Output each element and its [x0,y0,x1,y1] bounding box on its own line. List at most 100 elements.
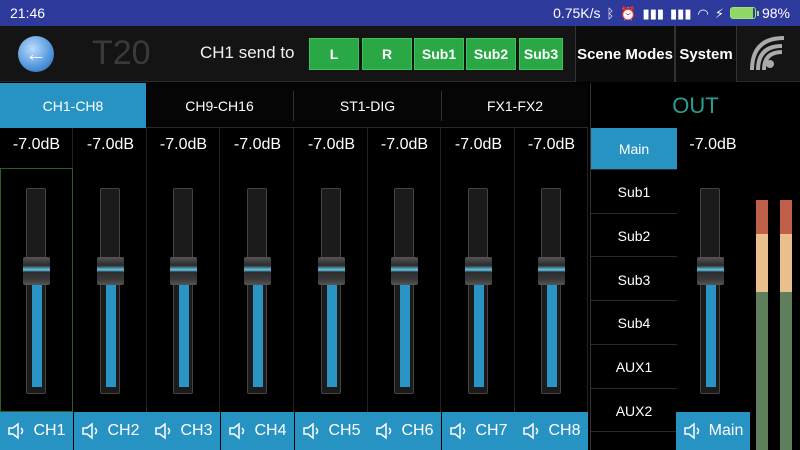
speaker-icon [303,422,319,440]
channel-db-label: -7.0dB [380,136,429,153]
send-button-sub3[interactable]: Sub3 [519,38,563,70]
battery-icon [729,7,759,19]
channel-fader-track[interactable] [468,188,488,394]
channel-fader-knob[interactable] [465,256,492,285]
channel-db-label: -7.0dB [159,136,208,153]
channel-mute-button[interactable]: CH3 [147,412,220,450]
send-button-sub2[interactable]: Sub2 [466,38,516,70]
alarm-icon: ⏰ [620,5,637,21]
channel-db-label: -7.0dB [233,136,282,153]
meter-amber-segment [756,234,768,292]
send-button-r[interactable]: R [362,38,412,70]
channel-fader-track[interactable] [26,188,46,394]
channel-db-label: -7.0dB [454,136,503,153]
speaker-icon [82,422,98,440]
channel-fader-knob[interactable] [318,256,345,285]
output-item-sub3[interactable]: Sub3 [591,259,677,302]
channel-label: CH7 [475,422,508,439]
main-output-strip: -7.0dB Main [676,128,750,450]
channel-mute-button[interactable]: CH2 [74,412,147,450]
output-item-sub2[interactable]: Sub2 [591,215,677,258]
tab-st1-dig[interactable]: ST1-DIG [294,83,441,128]
channel-strip: -7.0dB CH6 [368,128,441,450]
channel-tabs: CH1-CH8 CH9-CH16 ST1-DIG FX1-FX2 [0,83,588,128]
channel-fader-fill [474,283,484,387]
send-button-sub1[interactable]: Sub1 [414,38,464,70]
channel-label: CH8 [548,422,581,439]
channel-fader-fill [106,283,116,387]
out-title: OUT [590,83,800,128]
channel-fader-knob[interactable] [97,256,124,285]
channel-fader-knob[interactable] [170,256,197,285]
channel-fader-knob[interactable] [391,256,418,285]
meter-amber-segment [780,234,792,292]
meter-red-segment [780,200,792,234]
status-time: 21:46 [10,5,46,21]
channel-fader-fill [400,283,410,387]
speaker-icon [683,422,699,440]
channel-label: CH5 [328,422,361,439]
main-label: Main [708,422,744,439]
channel-fader-knob[interactable] [244,256,271,285]
channel-fader-track[interactable] [100,188,120,394]
wifi-status-icon: ◠ [697,5,709,21]
status-right: 0.75K/s ᛒ ⏰ ▮▮▮ ▮▮▮ ◠ ⚡ 98% [553,5,790,21]
channel-strip: -7.0dB CH3 [147,128,220,450]
channel-mute-button[interactable]: CH4 [221,412,294,450]
channel-mute-button[interactable]: CH1 [0,412,73,450]
channel-label: CH6 [401,422,434,439]
main-db-label: -7.0dB [689,136,737,153]
speaker-icon [450,422,466,440]
output-list: Main Sub1 Sub2 Sub3 Sub4 AUX1 AUX2 [590,128,677,450]
channel-fader-track[interactable] [321,188,341,394]
channel-fader-track[interactable] [173,188,193,394]
signal-icon-2: ▮▮▮ [670,5,692,21]
scene-modes-button[interactable]: Scene Modes [575,26,675,82]
channel-db-label: -7.0dB [12,136,61,153]
bluetooth-icon: ᛒ [606,5,615,21]
meter-green-segment [756,292,768,450]
channel-strip: -7.0dB CH5 [295,128,368,450]
speaker-icon [376,422,392,440]
nfc-icon: ⚡ [714,5,724,21]
channel-strip: -7.0dB CH7 [442,128,515,450]
channel-fader-knob[interactable] [23,256,50,285]
tab-fx1-fx2[interactable]: FX1-FX2 [442,83,588,128]
channel-fader-track[interactable] [541,188,561,394]
channel-fader-fill [327,283,337,387]
channel-label: CH1 [33,422,66,439]
level-meter-left [756,200,768,450]
channel-strip: -7.0dB CH8 [515,128,588,450]
main-mute-button[interactable]: Main [676,412,750,450]
channel-mute-button[interactable]: CH8 [515,412,588,450]
status-bar: 21:46 0.75K/s ᛒ ⏰ ▮▮▮ ▮▮▮ ◠ ⚡ 98% [0,0,800,26]
output-item-aux1[interactable]: AUX1 [591,347,677,389]
send-button-l[interactable]: L [309,38,359,70]
channel-fader-track[interactable] [394,188,414,394]
wifi-icon[interactable] [740,26,796,82]
channel-db-label: -7.0dB [307,136,356,153]
main-fader-fill [706,283,716,387]
header-bar: ← T20 CH1 send to L R Sub1 Sub2 Sub3 Sce… [0,26,800,82]
tab-ch1-ch8[interactable]: CH1-CH8 [0,83,146,128]
system-button[interactable]: System [675,26,737,82]
channel-mute-button[interactable]: CH6 [368,412,441,450]
channel-fader-track[interactable] [247,188,267,394]
channel-fader-fill [32,283,42,387]
output-item-sub1[interactable]: Sub1 [591,172,677,214]
output-item-aux2[interactable]: AUX2 [591,390,677,433]
channel-fader-knob[interactable] [538,256,565,285]
tab-ch9-ch16[interactable]: CH9-CH16 [146,83,293,128]
channel-fader-fill [179,283,189,387]
channel-mute-button[interactable]: CH5 [295,412,368,450]
channel-strip: -7.0dB CH4 [221,128,294,450]
back-arrow-icon[interactable]: ← [18,36,54,72]
meter-red-segment [756,200,768,234]
speaker-icon [8,422,24,440]
channel-mute-button[interactable]: CH7 [442,412,515,450]
main-fader-knob[interactable] [697,256,724,285]
output-item-main[interactable]: Main [591,128,677,170]
output-item-sub4[interactable]: Sub4 [591,303,677,345]
channel-fader-fill [547,283,557,387]
main-fader-track[interactable] [700,188,720,394]
